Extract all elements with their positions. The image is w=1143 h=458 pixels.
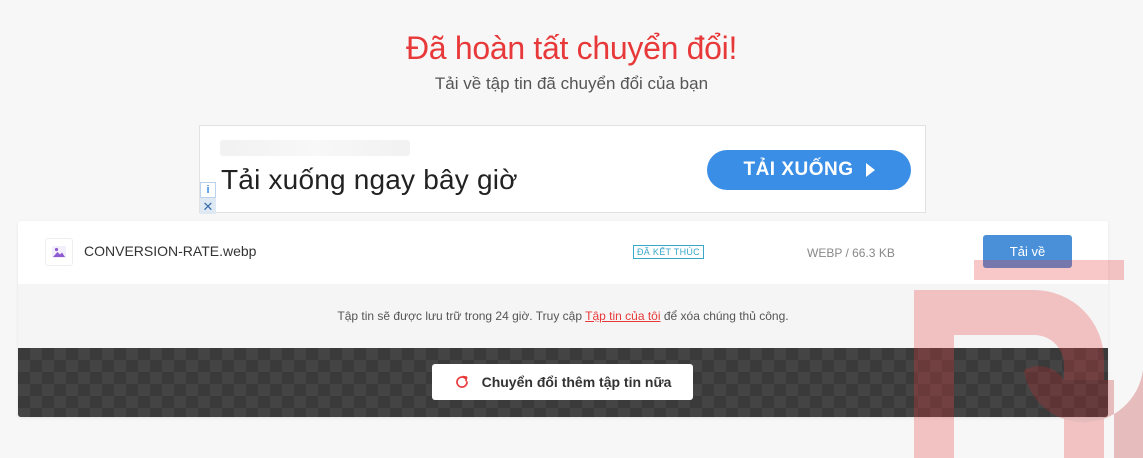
- file-row: CONVERSION-RATE.webp ĐÃ KẾT THÚC WEBP / …: [18, 221, 1108, 285]
- ad-download-button[interactable]: TẢI XUỐNG: [707, 150, 911, 190]
- image-file-icon: [45, 238, 73, 266]
- action-bar: Chuyển đổi thêm tập tin nữa: [18, 348, 1108, 417]
- download-button[interactable]: Tải về: [983, 235, 1072, 268]
- status-badge: ĐÃ KẾT THÚC: [633, 245, 704, 259]
- notice-text-after: để xóa chúng thủ công.: [660, 309, 789, 323]
- ad-close-icon[interactable]: ✕: [200, 198, 216, 214]
- convert-more-button[interactable]: Chuyển đổi thêm tập tin nữa: [432, 364, 693, 400]
- ad-banner[interactable]: Tải xuống ngay bây giờ TẢI XUỐNG i ✕: [199, 125, 926, 214]
- play-arrow-icon: [865, 163, 875, 177]
- my-files-link[interactable]: Tập tin của tôi: [585, 309, 660, 323]
- ad-headline[interactable]: Tải xuống ngay bây giờ: [221, 164, 518, 196]
- refresh-icon: [455, 375, 468, 388]
- notice-text-before: Tập tin sẽ được lưu trữ trong 24 giờ. Tr…: [337, 309, 586, 323]
- ad-info-icon[interactable]: i: [200, 182, 216, 198]
- page-title: Đã hoàn tất chuyển đổi!: [405, 30, 738, 66]
- file-name: CONVERSION-RATE.webp: [84, 243, 257, 259]
- ad-blurred-text: [220, 140, 410, 156]
- convert-more-label: Chuyển đổi thêm tập tin nữa: [481, 374, 672, 390]
- retention-notice: Tập tin sẽ được lưu trữ trong 24 giờ. Tr…: [18, 284, 1108, 348]
- conversion-card: CONVERSION-RATE.webp ĐÃ KẾT THÚC WEBP / …: [18, 221, 1108, 417]
- ad-download-label: TẢI XUỐNG: [743, 159, 854, 180]
- file-meta: WEBP / 66.3 KB: [807, 246, 895, 260]
- page-subtitle: Tải về tập tin đã chuyển đổi của bạn: [434, 74, 709, 93]
